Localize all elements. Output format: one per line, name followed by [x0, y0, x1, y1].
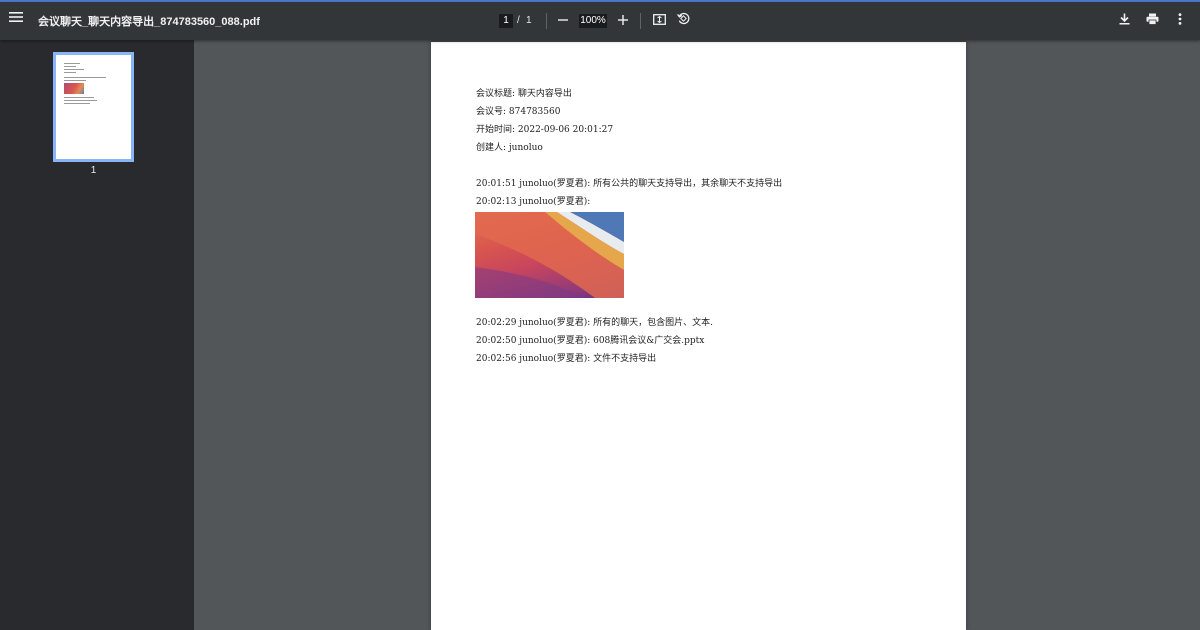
thumbnail-text-line: [64, 77, 106, 78]
menu-icon: [9, 10, 23, 28]
chat-message: 20:02:13 junoluo(罗夏君):: [476, 197, 591, 207]
thumbnail-text-line: [64, 100, 97, 101]
thumbnail-page-number: 1: [90, 165, 97, 176]
chat-message: 20:01:51 junoluo(罗夏君): 所有公共的聊天支持导出，其余聊天不…: [476, 179, 783, 189]
chat-image: [475, 212, 624, 298]
page-thumbnail[interactable]: [53, 52, 134, 162]
thumbnail-text-line: [64, 103, 90, 104]
rotate-button[interactable]: [674, 12, 692, 30]
zoom-out-icon: [558, 12, 568, 30]
more-vert-icon: [1178, 12, 1182, 30]
download-icon: [1119, 12, 1130, 30]
page-total: 1: [526, 15, 532, 26]
thumbnail-text-line: [64, 66, 76, 67]
chat-message: 20:02:50 junoluo(罗夏君): 608腾讯会议&广交会.pptx: [476, 336, 705, 346]
zoom-in-button[interactable]: [614, 12, 632, 30]
thumbnail-text-line: [64, 63, 80, 64]
toolbar-divider: [546, 13, 547, 29]
meeting-id-line: 会议号: 874783560: [476, 107, 561, 117]
rotate-icon: [676, 12, 690, 30]
zoom-level-input[interactable]: 100%: [579, 14, 607, 28]
print-button[interactable]: [1143, 12, 1161, 30]
thumbnail-text-line: [64, 97, 94, 98]
fit-page-button[interactable]: [650, 12, 668, 30]
zoom-out-button[interactable]: [554, 12, 572, 30]
zoom-in-icon: [618, 12, 628, 30]
chat-message: 20:02:56 junoluo(罗夏君): 文件不支持导出: [476, 354, 657, 364]
page-number-input[interactable]: 1: [499, 14, 513, 28]
more-options-button[interactable]: [1171, 12, 1189, 30]
menu-button[interactable]: [4, 7, 28, 31]
toolbar-divider: [640, 13, 641, 29]
pdf-page: 会议标题: 聊天内容导出 会议号: 874783560 开始时间: 2022-0…: [431, 42, 966, 630]
chat-message: 20:02:29 junoluo(罗夏君): 所有的聊天，包含图片、文本.: [476, 318, 713, 328]
page-separator: /: [517, 15, 520, 26]
thumbnail-sidebar: 1: [0, 40, 194, 630]
thumbnail-image: [64, 83, 84, 94]
fit-page-icon: [652, 12, 666, 30]
start-time-line: 开始时间: 2022-09-06 20:01:27: [476, 125, 614, 135]
meeting-title-line: 会议标题: 聊天内容导出: [476, 89, 572, 99]
print-icon: [1146, 12, 1159, 30]
creator-line: 创建人: junoluo: [476, 143, 543, 153]
thumbnail-text-line: [64, 80, 86, 81]
thumbnail-text-line: [64, 72, 76, 73]
download-button[interactable]: [1115, 12, 1133, 30]
document-title: 会议聊天_聊天内容导出_874783560_088.pdf: [38, 16, 260, 28]
pdf-toolbar: 会议聊天_聊天内容导出_874783560_088.pdf 1 / 1 100%: [0, 2, 1200, 40]
thumbnail-text-line: [64, 69, 84, 70]
